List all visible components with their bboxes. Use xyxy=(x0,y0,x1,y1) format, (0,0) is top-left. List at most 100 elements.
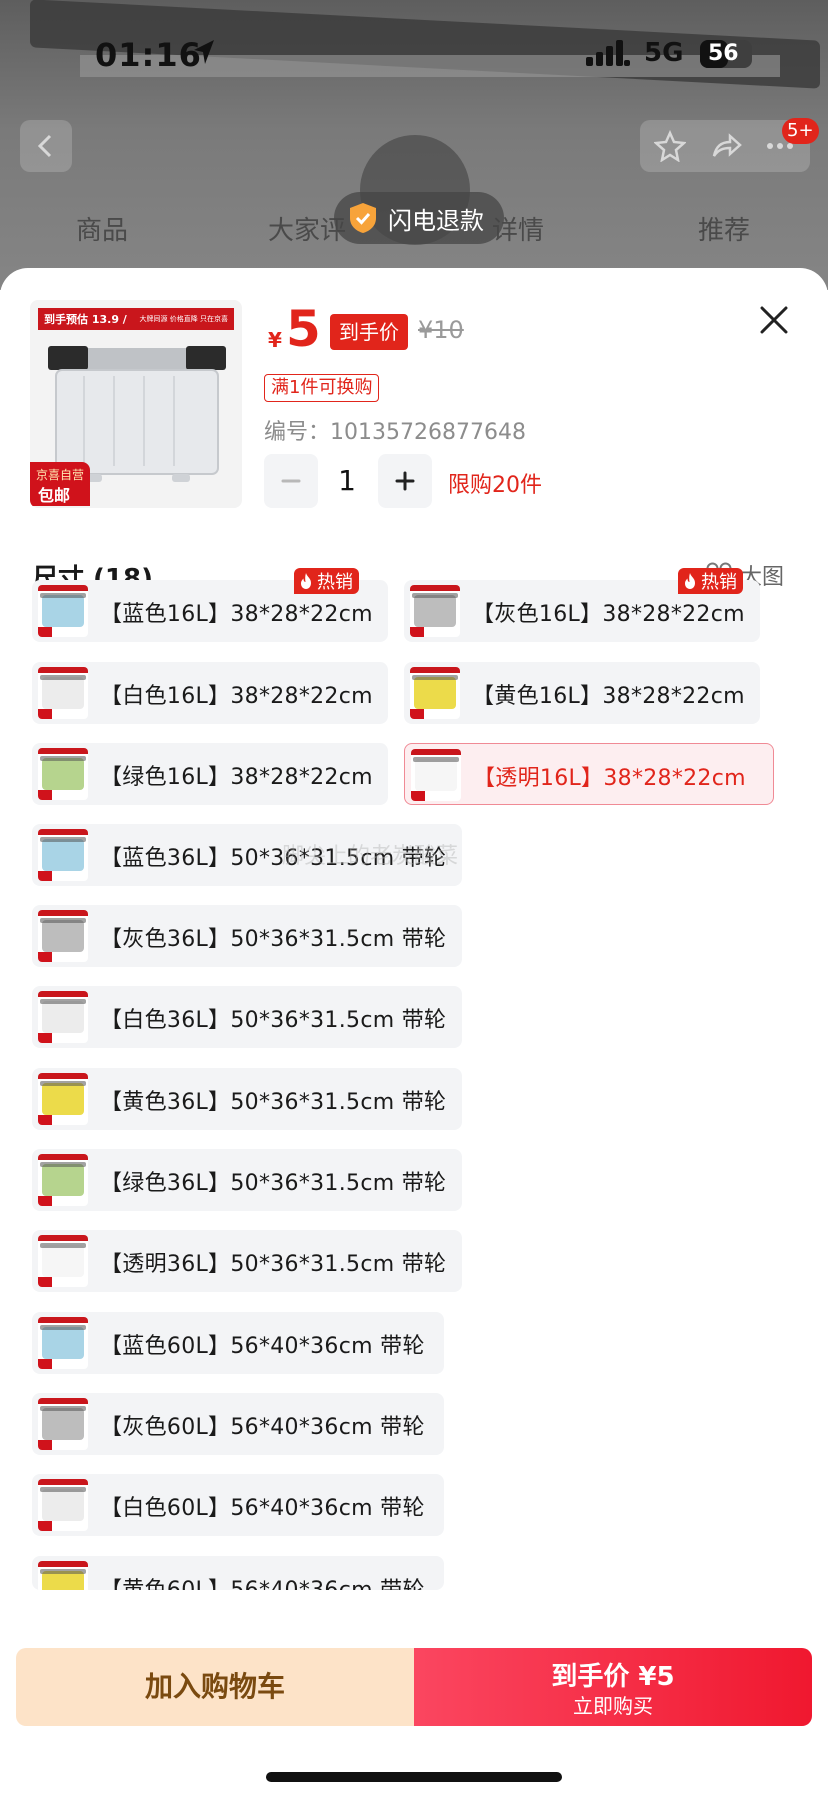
network-type: 5G xyxy=(644,38,684,68)
thumb-tag-line2: 包邮 xyxy=(38,486,71,505)
add-to-cart-button[interactable]: 加入购物车 xyxy=(16,1648,414,1726)
size-option-label: 【灰色36L】50*36*31.5cm 带轮 xyxy=(100,927,447,952)
price-tag: 到手价 xyxy=(330,314,408,350)
battery-level: 56 xyxy=(708,41,739,66)
size-option[interactable]: 【透明16L】38*28*22cm xyxy=(404,743,774,805)
chevron-left-icon xyxy=(37,134,52,158)
size-option[interactable]: 【透明36L】50*36*31.5cm 带轮 xyxy=(32,1230,462,1292)
option-thumbnail xyxy=(410,667,460,719)
product-image[interactable]: 到手预估 13.9 / 大牌同源 价格直降 只在京喜 京喜自营 包邮 xyxy=(30,300,242,508)
option-thumbnail xyxy=(38,1073,88,1125)
hot-sale-label: 热销 xyxy=(317,572,353,593)
toast-text: 闪电退款 xyxy=(388,206,484,235)
sku-value: 10135726877648 xyxy=(330,420,526,445)
size-option-label: 【蓝色60L】56*40*36cm 带轮 xyxy=(100,1334,425,1359)
option-thumbnail xyxy=(38,1154,88,1206)
buy-now-button[interactable]: 到手价 ¥5 立即购买 xyxy=(414,1648,812,1726)
size-option[interactable]: 【黄色36L】50*36*31.5cm 带轮 xyxy=(32,1068,462,1130)
option-thumbnail xyxy=(38,991,88,1043)
option-thumbnail xyxy=(38,667,88,719)
sku-label: 编号： xyxy=(264,420,331,445)
size-option-label: 【黄色60L】56*40*36cm 带轮 xyxy=(100,1572,425,1590)
promo-chip[interactable]: 满1件可换购 xyxy=(264,374,380,402)
battery-icon: 56 xyxy=(700,40,752,68)
hot-sale-badge: 热销 xyxy=(678,568,743,594)
option-thumbnail xyxy=(38,748,88,800)
self-operated-tag: 京喜自营 包邮 xyxy=(30,462,90,506)
option-thumbnail xyxy=(411,749,461,801)
size-option[interactable]: 【黄色60L】56*40*36cm 带轮 xyxy=(32,1556,444,1590)
share-icon[interactable] xyxy=(710,130,742,162)
size-option-label: 【绿色36L】50*36*31.5cm 带轮 xyxy=(100,1171,447,1196)
size-option-label: 【透明36L】50*36*31.5cm 带轮 xyxy=(100,1252,447,1277)
price-currency: ¥ xyxy=(268,328,282,352)
option-thumbnail xyxy=(38,829,88,881)
quantity-decrease-button[interactable] xyxy=(264,454,318,508)
refund-toast: 闪电退款 xyxy=(334,192,504,244)
size-option[interactable]: 【白色60L】56*40*36cm 带轮 xyxy=(32,1474,444,1536)
home-indicator xyxy=(266,1772,562,1782)
option-thumbnail xyxy=(38,585,88,637)
bottom-action-bar: 加入购物车 到手价 ¥5 立即购买 xyxy=(16,1648,812,1726)
hot-sale-label: 热销 xyxy=(701,572,737,593)
size-option-label: 【灰色60L】56*40*36cm 带轮 xyxy=(100,1415,425,1440)
size-option[interactable]: 【灰色60L】56*40*36cm 带轮 xyxy=(32,1393,444,1455)
thumb-banner-price: 到手预估 13.9 / xyxy=(44,313,127,326)
size-option-label: 【蓝色16L】38*28*22cm xyxy=(100,602,373,627)
price-value: 5 xyxy=(286,300,321,358)
signal-icon xyxy=(586,40,630,66)
option-thumbnail xyxy=(410,585,460,637)
sku-selector-sheet: 到手预估 13.9 / 大牌同源 价格直降 只在京喜 京喜自营 包邮 ¥ 5 到… xyxy=(0,268,828,1795)
size-option[interactable]: 【蓝色60L】56*40*36cm 带轮 xyxy=(32,1312,444,1374)
flame-icon xyxy=(685,573,695,589)
flame-icon xyxy=(301,573,311,589)
option-thumbnail xyxy=(38,910,88,962)
size-option-label: 【灰色16L】38*28*22cm xyxy=(472,602,745,627)
size-option-label: 【白色60L】56*40*36cm 带轮 xyxy=(100,1496,425,1521)
option-thumbnail xyxy=(38,1398,88,1450)
size-option-label: 【透明16L】38*28*22cm xyxy=(473,766,746,791)
size-option-label: 【白色36L】50*36*31.5cm 带轮 xyxy=(100,1008,447,1033)
status-bar: 01:16 5G 56 xyxy=(0,30,828,80)
location-arrow-icon xyxy=(194,40,214,64)
option-thumbnail xyxy=(38,1235,88,1287)
background-page: 01:16 5G 56 5+ 商品 大家评 详情 推荐 闪电退款 xyxy=(0,0,828,290)
size-option-label: 【绿色16L】38*28*22cm xyxy=(100,765,373,790)
buy-price-label: 到手价 ¥5 xyxy=(551,1662,675,1692)
status-time: 01:16 xyxy=(95,36,202,74)
size-option[interactable]: 【灰色36L】50*36*31.5cm 带轮 xyxy=(32,905,462,967)
size-option-label: 【黄色36L】50*36*31.5cm 带轮 xyxy=(100,1090,447,1115)
shield-check-icon xyxy=(350,203,376,233)
size-option[interactable]: 【黄色16L】38*28*22cm xyxy=(404,662,760,724)
thumb-tag-line1: 京喜自营 xyxy=(36,468,85,482)
plus-icon xyxy=(395,471,415,491)
quantity-increase-button[interactable] xyxy=(378,454,432,508)
back-button[interactable] xyxy=(20,120,72,172)
notification-badge: 5+ xyxy=(782,118,819,144)
sku-number: 编号：10135726877648 xyxy=(264,414,526,446)
size-option[interactable]: 【绿色36L】50*36*31.5cm 带轮 xyxy=(32,1149,462,1211)
original-price: ¥10 xyxy=(418,316,464,344)
size-option[interactable]: 【白色36L】50*36*31.5cm 带轮 xyxy=(32,986,462,1048)
quantity-value[interactable]: 1 xyxy=(318,454,376,508)
option-thumbnail xyxy=(38,1479,88,1531)
tab-goods[interactable]: 商品 xyxy=(76,210,128,247)
option-thumbnail xyxy=(38,1561,88,1590)
size-option[interactable]: 【灰色16L】38*28*22cm 热销 xyxy=(404,568,760,642)
star-icon[interactable] xyxy=(654,130,686,162)
size-option[interactable]: 【绿色16L】38*28*22cm xyxy=(32,743,388,805)
hot-sale-badge: 热销 xyxy=(294,568,359,594)
buy-now-label: 立即购买 xyxy=(573,1694,653,1718)
watermark: 脚尖上的老炭酸菜 xyxy=(282,844,459,869)
option-thumbnail xyxy=(38,1317,88,1369)
size-option-label: 【黄色16L】38*28*22cm xyxy=(472,684,745,709)
tab-recommend[interactable]: 推荐 xyxy=(698,210,750,247)
purchase-limit: 限购20件 xyxy=(448,473,542,498)
size-option[interactable]: 【白色16L】38*28*22cm xyxy=(32,662,388,724)
thumb-banner-slogan: 大牌同源 价格直降 只在京喜 xyxy=(139,315,228,323)
size-option[interactable]: 【蓝色16L】38*28*22cm 热销 xyxy=(32,568,388,642)
close-icon[interactable] xyxy=(756,302,792,338)
thumb-banner: 到手预估 13.9 / 大牌同源 价格直降 只在京喜 xyxy=(38,308,234,330)
size-option-label: 【白色16L】38*28*22cm xyxy=(100,684,373,709)
minus-icon xyxy=(281,479,301,483)
